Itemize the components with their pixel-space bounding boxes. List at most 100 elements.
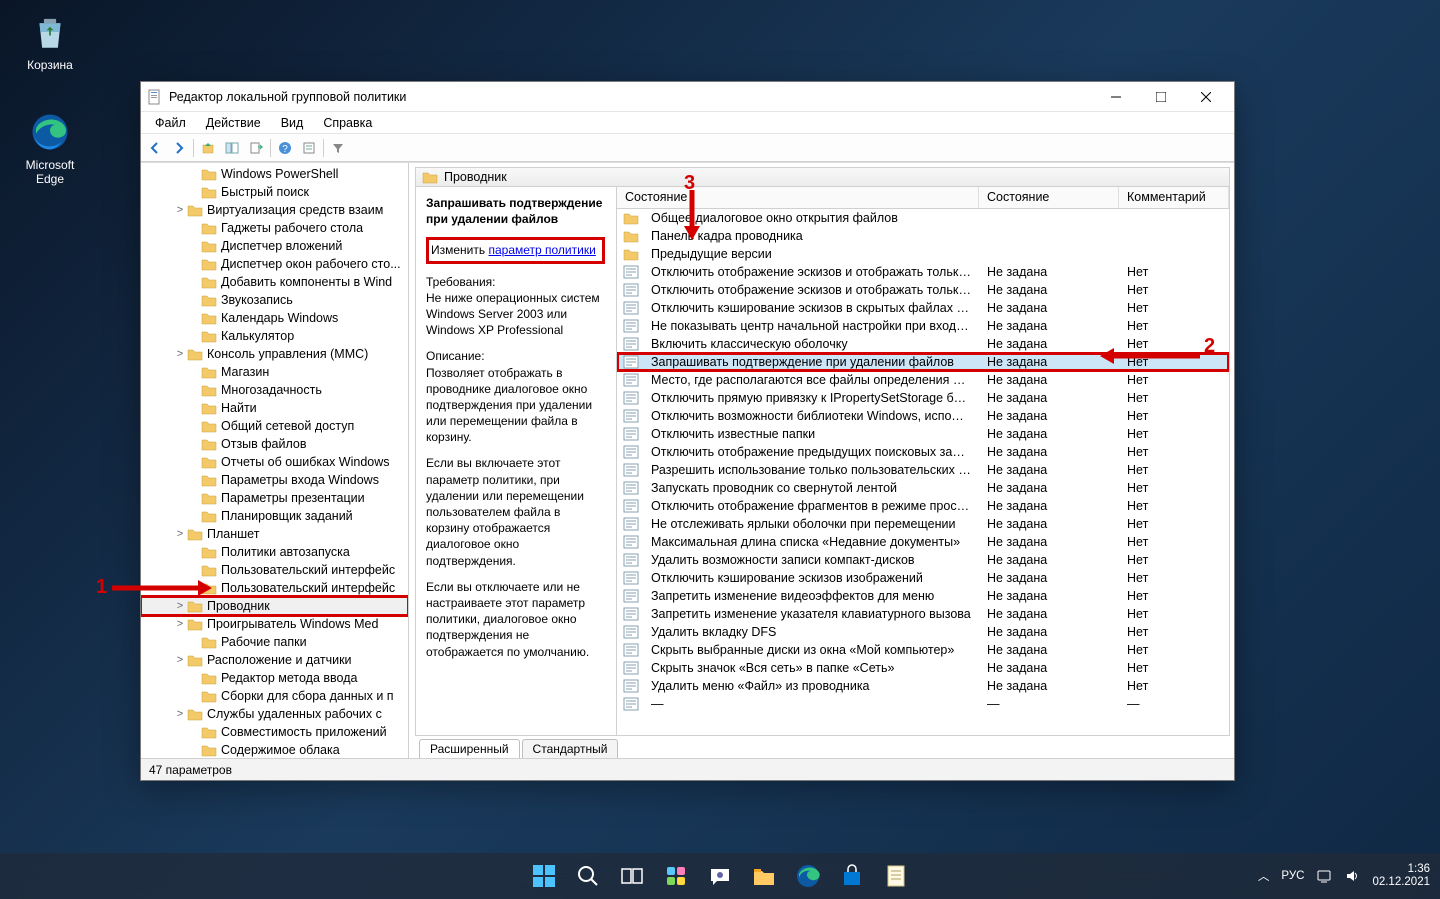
tab-standard[interactable]: Стандартный [522, 739, 619, 758]
tree-item[interactable]: Добавить компоненты в Wind [141, 273, 408, 291]
list-row[interactable]: Запрашивать подтверждение при удалении ф… [617, 353, 1229, 371]
tree-item[interactable]: >Службы удаленных рабочих с [141, 705, 408, 723]
tree-item[interactable]: >Проигрыватель Windows Med [141, 615, 408, 633]
explorer-button[interactable] [744, 856, 784, 896]
chat-button[interactable] [700, 856, 740, 896]
list-row[interactable]: Отключить отображение эскизов и отобража… [617, 263, 1229, 281]
tree-item[interactable]: Планировщик заданий [141, 507, 408, 525]
col-header-state[interactable]: Состояние [979, 187, 1119, 208]
list-row[interactable]: ——— [617, 695, 1229, 713]
list-row[interactable]: Скрыть выбранные диски из окна «Мой комп… [617, 641, 1229, 659]
tree-item[interactable]: Магазин [141, 363, 408, 381]
search-button[interactable] [568, 856, 608, 896]
tree-item[interactable]: Диспетчер окон рабочего сто... [141, 255, 408, 273]
tree-item[interactable]: Быстрый поиск [141, 183, 408, 201]
store-button[interactable] [832, 856, 872, 896]
tree-item[interactable]: Общий сетевой доступ [141, 417, 408, 435]
list-row[interactable]: Разрешить использование только пользоват… [617, 461, 1229, 479]
list-row[interactable]: Предыдущие версии [617, 245, 1229, 263]
tree-item[interactable]: >Расположение и датчики [141, 651, 408, 669]
list-row[interactable]: Максимальная длина списка «Недавние доку… [617, 533, 1229, 551]
expand-icon[interactable]: > [173, 528, 187, 540]
desktop-icon-edge[interactable]: Microsoft Edge [12, 108, 88, 186]
titlebar[interactable]: Редактор локальной групповой политики [141, 82, 1234, 112]
tree-item[interactable]: Календарь Windows [141, 309, 408, 327]
list-row[interactable]: Отключить известные папкиНе заданаНет [617, 425, 1229, 443]
tab-extended[interactable]: Расширенный [419, 739, 520, 758]
list-row[interactable]: Отключить отображение предыдущих поисков… [617, 443, 1229, 461]
menu-help[interactable]: Справка [313, 114, 382, 132]
list-row[interactable]: Отключить кэширование эскизов изображени… [617, 569, 1229, 587]
list-row[interactable]: Не показывать центр начальной настройки … [617, 317, 1229, 335]
tree-item[interactable]: Содержимое облака [141, 741, 408, 758]
menu-file[interactable]: Файл [145, 114, 196, 132]
tree-item[interactable]: Диспетчер вложений [141, 237, 408, 255]
list-row[interactable]: Скрыть значок «Вся сеть» в папке «Сеть»Н… [617, 659, 1229, 677]
tray-chevron-icon[interactable]: ︿ [1258, 868, 1270, 884]
tree-item[interactable]: Отчеты об ошибках Windows [141, 453, 408, 471]
back-button[interactable] [143, 137, 167, 159]
edit-policy-link[interactable]: параметр политики [488, 243, 595, 257]
list-row[interactable]: Панель кадра проводника [617, 227, 1229, 245]
menu-view[interactable]: Вид [271, 114, 314, 132]
list-row[interactable]: Не отслеживать ярлыки оболочки при перем… [617, 515, 1229, 533]
tree-item[interactable]: Пользовательский интерфейс [141, 579, 408, 597]
close-button[interactable] [1183, 83, 1228, 111]
taskbar-clock[interactable]: 1:36 02.12.2021 [1372, 863, 1430, 889]
menu-action[interactable]: Действие [196, 114, 271, 132]
list-rows[interactable]: Общее диалоговое окно открытия файловПан… [617, 209, 1229, 735]
tree-item[interactable]: >Консоль управления (MMC) [141, 345, 408, 363]
widgets-button[interactable] [656, 856, 696, 896]
tree-list[interactable]: Windows PowerShellБыстрый поиск>Виртуали… [141, 163, 408, 758]
tree-item[interactable]: >Планшет [141, 525, 408, 543]
volume-icon[interactable] [1344, 868, 1360, 884]
list-row[interactable]: Общее диалоговое окно открытия файлов [617, 209, 1229, 227]
tree-item[interactable]: Политики автозапуска [141, 543, 408, 561]
minimize-button[interactable] [1093, 83, 1138, 111]
list-row[interactable]: Отключить кэширование эскизов в скрытых … [617, 299, 1229, 317]
tree-item[interactable]: Калькулятор [141, 327, 408, 345]
export-button[interactable] [244, 137, 268, 159]
taskbar[interactable]: ︿ РУС 1:36 02.12.2021 [0, 853, 1440, 899]
expand-icon[interactable]: > [173, 600, 187, 612]
up-button[interactable] [196, 137, 220, 159]
edge-taskbar-button[interactable] [788, 856, 828, 896]
tree-item[interactable]: Параметры презентации [141, 489, 408, 507]
col-header-comment[interactable]: Комментарий [1119, 187, 1229, 208]
expand-icon[interactable]: > [173, 654, 187, 666]
tree-item[interactable]: Звукозапись [141, 291, 408, 309]
start-button[interactable] [524, 856, 564, 896]
tree-item[interactable]: Рабочие папки [141, 633, 408, 651]
tree-item[interactable]: Многозадачность [141, 381, 408, 399]
tree-item[interactable]: Найти [141, 399, 408, 417]
expand-icon[interactable]: > [173, 348, 187, 360]
tree-item[interactable]: Гаджеты рабочего стола [141, 219, 408, 237]
tree-item[interactable]: >Виртуализация средств взаим [141, 201, 408, 219]
col-header-name[interactable]: Состояние [617, 187, 979, 208]
list-row[interactable]: Отключить отображение фрагментов в режим… [617, 497, 1229, 515]
show-hide-tree-button[interactable] [220, 137, 244, 159]
expand-icon[interactable]: > [173, 204, 187, 216]
expand-icon[interactable]: > [173, 618, 187, 630]
tree-item[interactable]: >Проводник [141, 597, 408, 615]
task-view-button[interactable] [612, 856, 652, 896]
language-indicator[interactable]: РУС [1281, 870, 1304, 882]
tree-item[interactable]: Сборки для сбора данных и п [141, 687, 408, 705]
maximize-button[interactable] [1138, 83, 1183, 111]
list-row[interactable]: Запретить изменение видеоэффектов для ме… [617, 587, 1229, 605]
tree-item[interactable]: Отзыв файлов [141, 435, 408, 453]
help-button[interactable]: ? [273, 137, 297, 159]
list-row[interactable]: Место, где располагаются все файлы опред… [617, 371, 1229, 389]
system-tray[interactable]: ︿ РУС 1:36 02.12.2021 [1258, 863, 1440, 889]
tree-item[interactable]: Редактор метода ввода [141, 669, 408, 687]
list-row[interactable]: Включить классическую оболочкуНе заданаН… [617, 335, 1229, 353]
list-row[interactable]: Запускать проводник со свернутой лентойН… [617, 479, 1229, 497]
tree-item[interactable]: Windows PowerShell [141, 165, 408, 183]
list-row[interactable]: Удалить вкладку DFSНе заданаНет [617, 623, 1229, 641]
list-row[interactable]: Отключить отображение эскизов и отобража… [617, 281, 1229, 299]
list-row[interactable]: Запретить изменение указателя клавиатурн… [617, 605, 1229, 623]
list-row[interactable]: Отключить прямую привязку к IPropertySet… [617, 389, 1229, 407]
notepad-button[interactable] [876, 856, 916, 896]
forward-button[interactable] [167, 137, 191, 159]
list-row[interactable]: Отключить возможности библиотеки Windows… [617, 407, 1229, 425]
